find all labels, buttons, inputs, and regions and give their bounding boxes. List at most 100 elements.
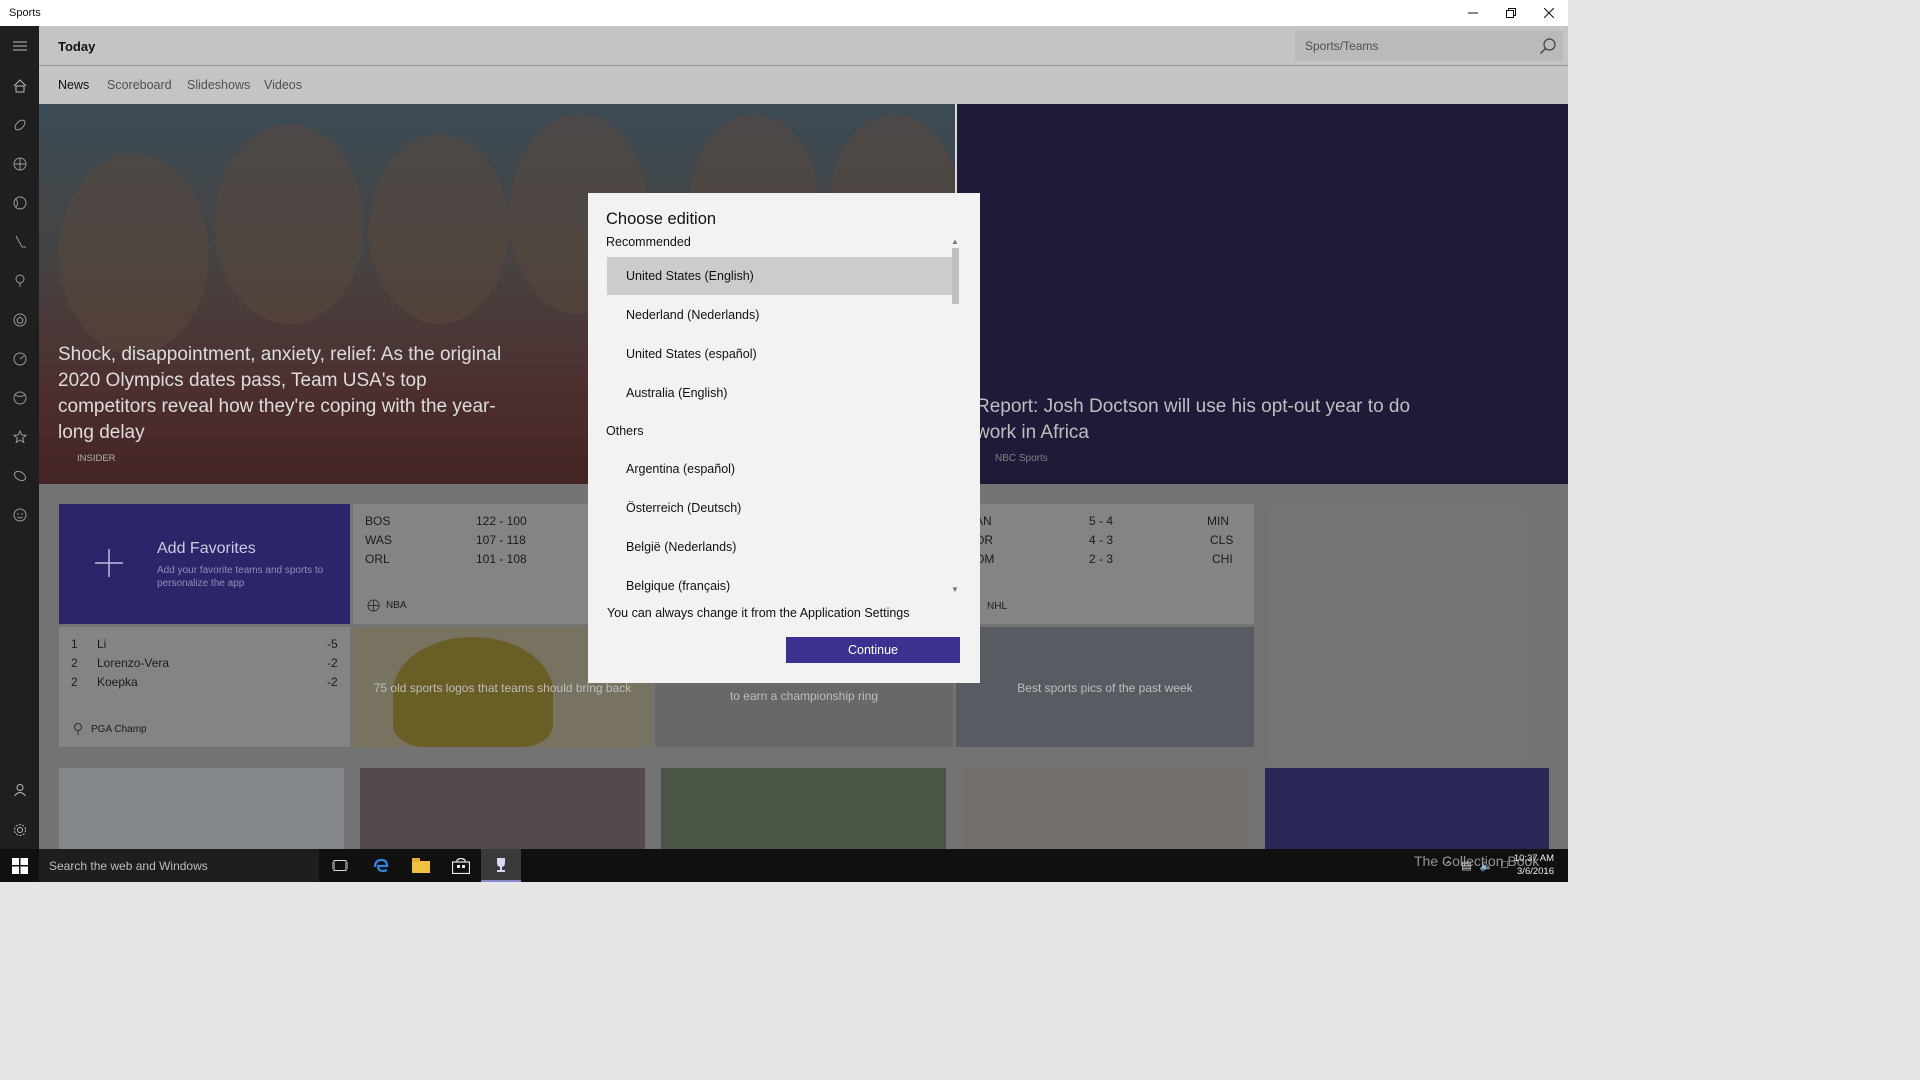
team-name: MIN [1207, 514, 1229, 528]
event-footer: PGA Champ [73, 723, 147, 735]
app-title: Sports [9, 7, 41, 19]
recommended-label: Recommended [606, 235, 691, 249]
hero-story-doctson[interactable]: Report: Josh Doctson will use his opt-ou… [957, 104, 1568, 484]
thumbnail-story[interactable] [661, 768, 946, 849]
nav-baseball[interactable] [0, 183, 39, 222]
system-tray: ⌃ ▤ 🔈 □ [1444, 859, 1508, 872]
nhl-scores-tile[interactable]: AN 5 - 4 MIN OR 4 - 3 CLS OM 2 - 3 CHI N… [961, 504, 1254, 624]
hero-headline: Shock, disappointment, anxiety, relief: … [58, 344, 502, 443]
tab-scoreboard[interactable]: Scoreboard [107, 78, 172, 92]
clock-date: 3/6/2016 [1517, 866, 1554, 877]
golf-leaderboard-tile[interactable]: 1 Li -5 2 Lorenzo-Vera -2 2 Koepka -2 PG… [59, 627, 350, 747]
edition-option[interactable]: Australia (English) [607, 374, 959, 412]
edition-option[interactable]: United States (English) [607, 257, 959, 295]
rugby-icon [13, 470, 26, 481]
nav-soccer[interactable] [0, 300, 39, 339]
nav-hockey[interactable] [0, 222, 39, 261]
photo-tile-best-pics[interactable]: Best sports pics of the past week [956, 627, 1254, 747]
edition-option[interactable]: United States (español) [607, 335, 959, 373]
nav-rugby[interactable] [0, 456, 39, 495]
add-favorites-tile[interactable]: Add Favorites Add your favorite teams an… [59, 504, 350, 624]
notifications-icon[interactable]: □ [1501, 859, 1508, 872]
nav-account[interactable] [0, 770, 39, 809]
edition-option[interactable]: België (Nederlands) [607, 528, 959, 566]
nav-tennis[interactable] [0, 378, 39, 417]
scroll-down-arrow[interactable]: ▼ [951, 585, 959, 594]
edition-option[interactable]: Nederland (Nederlands) [607, 296, 959, 334]
score-row: BOS [365, 514, 390, 532]
thumbnail-story[interactable] [59, 768, 344, 849]
nav-football[interactable] [0, 105, 39, 144]
search-box[interactable]: Sports/Teams [1295, 31, 1563, 61]
hero-headline: Report: Josh Doctson will use his opt-ou… [976, 396, 1411, 443]
thumbnail-story[interactable] [360, 768, 645, 849]
trophy-icon [497, 857, 505, 872]
chevron-up-icon[interactable]: ⌃ [1444, 859, 1453, 872]
section-tabs: News Scoreboard Slideshows Videos [39, 66, 1568, 104]
thumbnail-story[interactable] [963, 768, 1248, 849]
task-view-button[interactable] [320, 849, 360, 882]
basketball-icon [367, 599, 380, 612]
edition-option[interactable]: Argentina (español) [607, 450, 959, 488]
search-icon[interactable] [1539, 37, 1557, 55]
close-icon [1544, 8, 1554, 18]
nav-settings[interactable] [0, 810, 39, 849]
task-view-icon [332, 859, 348, 871]
store-button[interactable] [441, 849, 481, 882]
volume-icon[interactable]: 🔈 [1480, 859, 1494, 872]
team-name: CLS [1210, 533, 1234, 547]
score-value: 101 - 108 [476, 552, 527, 566]
team-name: CHI [1212, 552, 1233, 566]
nav-golf[interactable] [0, 261, 39, 300]
edge-button[interactable] [361, 849, 401, 882]
league-label: NBA [386, 600, 407, 611]
sports-app-button[interactable] [481, 849, 521, 882]
continue-button[interactable]: Continue [786, 637, 960, 663]
leaderboard-name: Li [97, 637, 107, 651]
taskbar-search[interactable]: Search the web and Windows [39, 849, 319, 882]
title-bar: Sports [0, 0, 1568, 26]
hockey-icon [15, 235, 26, 247]
tennis-icon [13, 391, 26, 404]
thumbnail-story[interactable] [1265, 768, 1549, 849]
tab-videos[interactable]: Videos [264, 78, 302, 92]
team-name: ORL [365, 552, 390, 566]
others-label: Others [606, 424, 644, 438]
nav-more-sports[interactable] [0, 495, 39, 534]
window-controls [1454, 0, 1568, 26]
nav-motorsport[interactable] [0, 339, 39, 378]
scroll-up-arrow[interactable]: ▲ [951, 237, 959, 246]
tab-slideshows[interactable]: Slideshows [187, 78, 250, 92]
hero-source: INSIDER [77, 453, 116, 464]
minimize-button[interactable] [1454, 0, 1492, 26]
nav-basketball[interactable] [0, 144, 39, 183]
list-scrollbar[interactable] [952, 248, 959, 304]
network-icon[interactable]: ▤ [1461, 859, 1471, 872]
file-explorer-button[interactable] [401, 849, 441, 882]
clock[interactable]: 10:37 AM 3/6/2016 [1514, 852, 1554, 878]
hero-source: NBC Sports [995, 453, 1048, 464]
gear-icon [13, 823, 26, 836]
home-icon [13, 78, 26, 92]
hamburger-menu-button[interactable] [0, 26, 39, 65]
settings-note: You can always change it from the Applic… [607, 606, 910, 620]
photo-caption: to earn a championship ring [729, 689, 879, 703]
edition-option[interactable]: Österreich (Deutsch) [607, 489, 959, 527]
close-button[interactable] [1530, 0, 1568, 26]
restore-icon [1506, 8, 1516, 18]
photo-caption: Best sports pics of the past week [1017, 681, 1193, 695]
nav-fantasy[interactable] [0, 417, 39, 456]
tab-news[interactable]: News [58, 78, 89, 92]
event-label: PGA Champ [91, 723, 147, 735]
start-button[interactable] [0, 849, 39, 882]
nav-home[interactable] [0, 66, 39, 105]
clock-time: 10:37 AM [1513, 853, 1554, 864]
restore-button[interactable] [1492, 0, 1530, 26]
app-header: Today Sports/Teams [39, 26, 1568, 66]
leaderboard-score: -5 [327, 637, 338, 651]
golf-icon [15, 274, 24, 287]
league-label: NHL [987, 601, 1008, 612]
windows-icon [11, 857, 28, 874]
search-placeholder: Sports/Teams [1305, 39, 1379, 53]
edition-option[interactable]: Belgique (français) [607, 567, 959, 605]
